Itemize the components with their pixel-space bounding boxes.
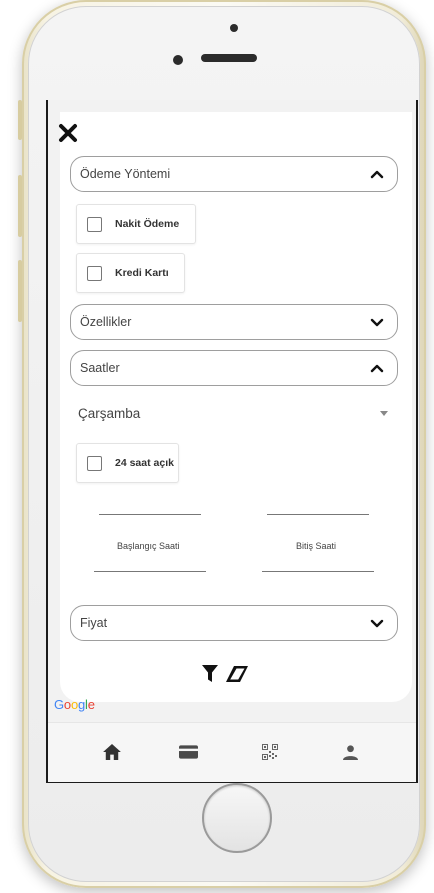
volume-up-button: [18, 175, 22, 237]
proximity-sensor: [230, 24, 238, 32]
earpiece-speaker: [201, 54, 257, 62]
user-icon: [342, 744, 358, 760]
cash-payment-option[interactable]: Nakit Ödeme: [76, 204, 196, 244]
cash-payment-checkbox[interactable]: [87, 216, 102, 232]
credit-card-checkbox[interactable]: [87, 265, 102, 281]
open-24-hours-label: 24 saat açık: [115, 457, 174, 469]
tab-home[interactable]: [100, 740, 124, 764]
day-select[interactable]: Çarşamba: [78, 398, 396, 428]
start-time-field-line[interactable]: [99, 514, 201, 515]
features-accordion[interactable]: Özellikler: [70, 304, 398, 340]
google-logo: Google: [54, 697, 95, 712]
payment-method-accordion[interactable]: Ödeme Yöntemi: [70, 156, 398, 192]
hours-title: Saatler: [80, 361, 120, 375]
start-time-input[interactable]: [94, 571, 206, 572]
front-camera: [173, 55, 183, 65]
home-icon: [103, 744, 121, 760]
price-title: Fiyat: [80, 616, 108, 630]
chevron-down-icon: [370, 619, 384, 628]
end-time-field-line[interactable]: [267, 514, 369, 515]
funnel-icon[interactable]: [202, 665, 218, 683]
price-accordion[interactable]: Fiyat: [70, 605, 398, 641]
chevron-up-icon: [370, 364, 384, 373]
close-icon[interactable]: [58, 123, 78, 143]
payment-method-title: Ödeme Yöntemi: [80, 167, 171, 181]
volume-down-button: [18, 260, 22, 322]
mute-switch: [18, 100, 22, 140]
bottom-tab-bar: [48, 722, 416, 782]
dropdown-arrow-icon: [380, 410, 388, 416]
credit-card-option[interactable]: Kredi Kartı: [76, 253, 185, 293]
features-title: Özellikler: [80, 315, 132, 329]
chevron-down-icon: [370, 318, 384, 327]
hours-accordion[interactable]: Saatler: [70, 350, 398, 386]
qr-code-icon: [262, 744, 278, 760]
card-icon: [178, 745, 198, 759]
open-24-hours-option[interactable]: 24 saat açık: [76, 443, 179, 483]
day-select-value: Çarşamba: [78, 405, 141, 421]
tab-profile[interactable]: [338, 740, 362, 764]
tab-qr[interactable]: [258, 740, 282, 764]
credit-card-label: Kredi Kartı: [115, 267, 169, 279]
chevron-up-icon: [370, 170, 384, 179]
end-time-input[interactable]: [262, 571, 374, 572]
start-time-label: Başlangıç Saati: [117, 541, 180, 551]
end-time-label: Bitiş Saati: [296, 541, 337, 551]
open-24-hours-checkbox[interactable]: [87, 455, 102, 471]
tab-payment[interactable]: [176, 740, 200, 764]
home-button[interactable]: [202, 783, 272, 853]
cash-payment-label: Nakit Ödeme: [115, 218, 180, 230]
eraser-icon[interactable]: [226, 666, 248, 682]
